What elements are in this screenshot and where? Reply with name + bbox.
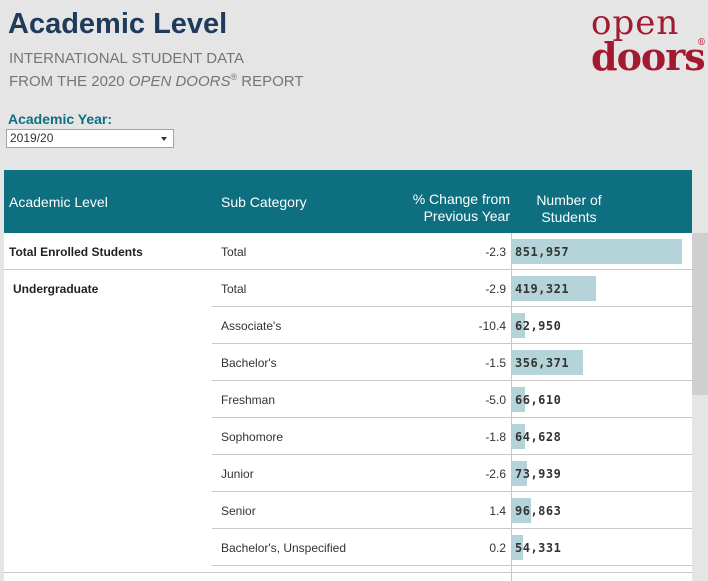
percent-change-line2: Previous Year (423, 208, 510, 224)
subtitle-line1: INTERNATIONAL STUDENT DATA (9, 50, 245, 67)
column-header-percent-change[interactable]: % Change from Previous Year (394, 191, 510, 225)
sub-category-cell: Associate's (221, 319, 282, 333)
student-count-cell: 356,371 (515, 356, 570, 370)
logo-doors: doors (591, 34, 706, 79)
student-count-cell: 419,321 (515, 282, 570, 296)
student-count-cell: 62,950 (515, 319, 562, 333)
student-count-cell: 54,331 (515, 541, 562, 555)
column-header-number-of-students[interactable]: Number of Students (524, 192, 614, 226)
table-row[interactable]: Freshman -5.0 66,610 (4, 381, 692, 418)
student-count-cell: 851,957 (515, 245, 570, 259)
open-doors-logo: open doors ® (591, 6, 708, 76)
row-divider (212, 565, 692, 566)
column-header-academic-level[interactable]: Academic Level (9, 194, 108, 210)
percent-change-cell: -5.0 (485, 393, 506, 407)
percent-change-cell: -2.3 (485, 245, 506, 259)
sub-category-cell: Bachelor's (221, 356, 277, 370)
percent-change-cell: 1.4 (489, 504, 506, 518)
subtitle-open-doors: OPEN DOORS (128, 73, 231, 90)
student-count-cell: 73,939 (515, 467, 562, 481)
sub-category-cell: Freshman (221, 393, 276, 407)
percent-change-cell: -2.6 (485, 467, 506, 481)
subtitle-prefix: FROM THE 2020 (9, 73, 129, 90)
column-divider (511, 233, 512, 581)
page-subtitle: INTERNATIONAL STUDENT DATA FROM THE 2020… (9, 49, 304, 91)
table-header: Academic Level Sub Category % Change fro… (4, 170, 692, 233)
percent-change-cell: -2.9 (485, 282, 506, 296)
scrollbar-thumb[interactable] (692, 233, 708, 395)
sub-category-cell: Sophomore (221, 430, 284, 444)
page-title: Academic Level (8, 8, 228, 40)
subtitle-line2: FROM THE 2020 OPEN DOORS® REPORT (9, 68, 304, 91)
sub-category-cell: Total (221, 282, 247, 296)
student-count-cell: 66,610 (515, 393, 562, 407)
chevron-down-icon[interactable] (161, 137, 167, 141)
percent-change-cell: -10.4 (478, 319, 506, 333)
academic-level-table: Academic Level Sub Category % Change fro… (4, 170, 692, 581)
percent-change-cell: 0.2 (489, 541, 506, 555)
logo-reg-mark: ® (697, 38, 706, 48)
percent-change-cell: -1.8 (485, 430, 506, 444)
table-row[interactable]: Sophomore -1.8 64,628 (4, 418, 692, 455)
sub-category-cell: Junior (221, 467, 254, 481)
table-row[interactable]: Undergraduate Total -2.9 419,321 (4, 270, 692, 307)
table-row[interactable]: Junior -2.6 73,939 (4, 455, 692, 492)
academic-level-cell: Undergraduate (13, 282, 99, 296)
column-header-sub-category[interactable]: Sub Category (221, 194, 307, 210)
student-count-cell: 64,628 (515, 430, 562, 444)
table-row[interactable]: Bachelor's, Unspecified 0.2 54,331 (4, 529, 692, 566)
number-of-students-line2: Students (541, 209, 597, 225)
academic-year-label: Academic Year: (8, 111, 113, 127)
table-row[interactable]: Associate's -10.4 62,950 (4, 307, 692, 344)
sub-category-cell: Senior (221, 504, 256, 518)
sub-category-cell: Bachelor's, Unspecified (221, 541, 347, 555)
sub-category-cell: Total (221, 245, 247, 259)
table-bottom-border (4, 572, 692, 573)
subtitle-suffix: REPORT (237, 73, 304, 90)
table-row[interactable]: Total Enrolled Students Total -2.3 851,957 (4, 233, 692, 270)
table-scrollbar[interactable] (692, 233, 708, 581)
student-count-cell: 96,863 (515, 504, 562, 518)
table-row[interactable]: Bachelor's -1.5 356,371 (4, 344, 692, 381)
academic-year-dropdown[interactable]: 2019/20 (6, 129, 174, 148)
academic-year-selected: 2019/20 (10, 131, 54, 145)
academic-level-cell: Total Enrolled Students (9, 245, 143, 259)
table-row[interactable]: Senior 1.4 96,863 (4, 492, 692, 529)
percent-change-cell: -1.5 (485, 356, 506, 370)
percent-change-line1: % Change from (412, 191, 510, 207)
number-of-students-line1: Number of (536, 192, 602, 208)
